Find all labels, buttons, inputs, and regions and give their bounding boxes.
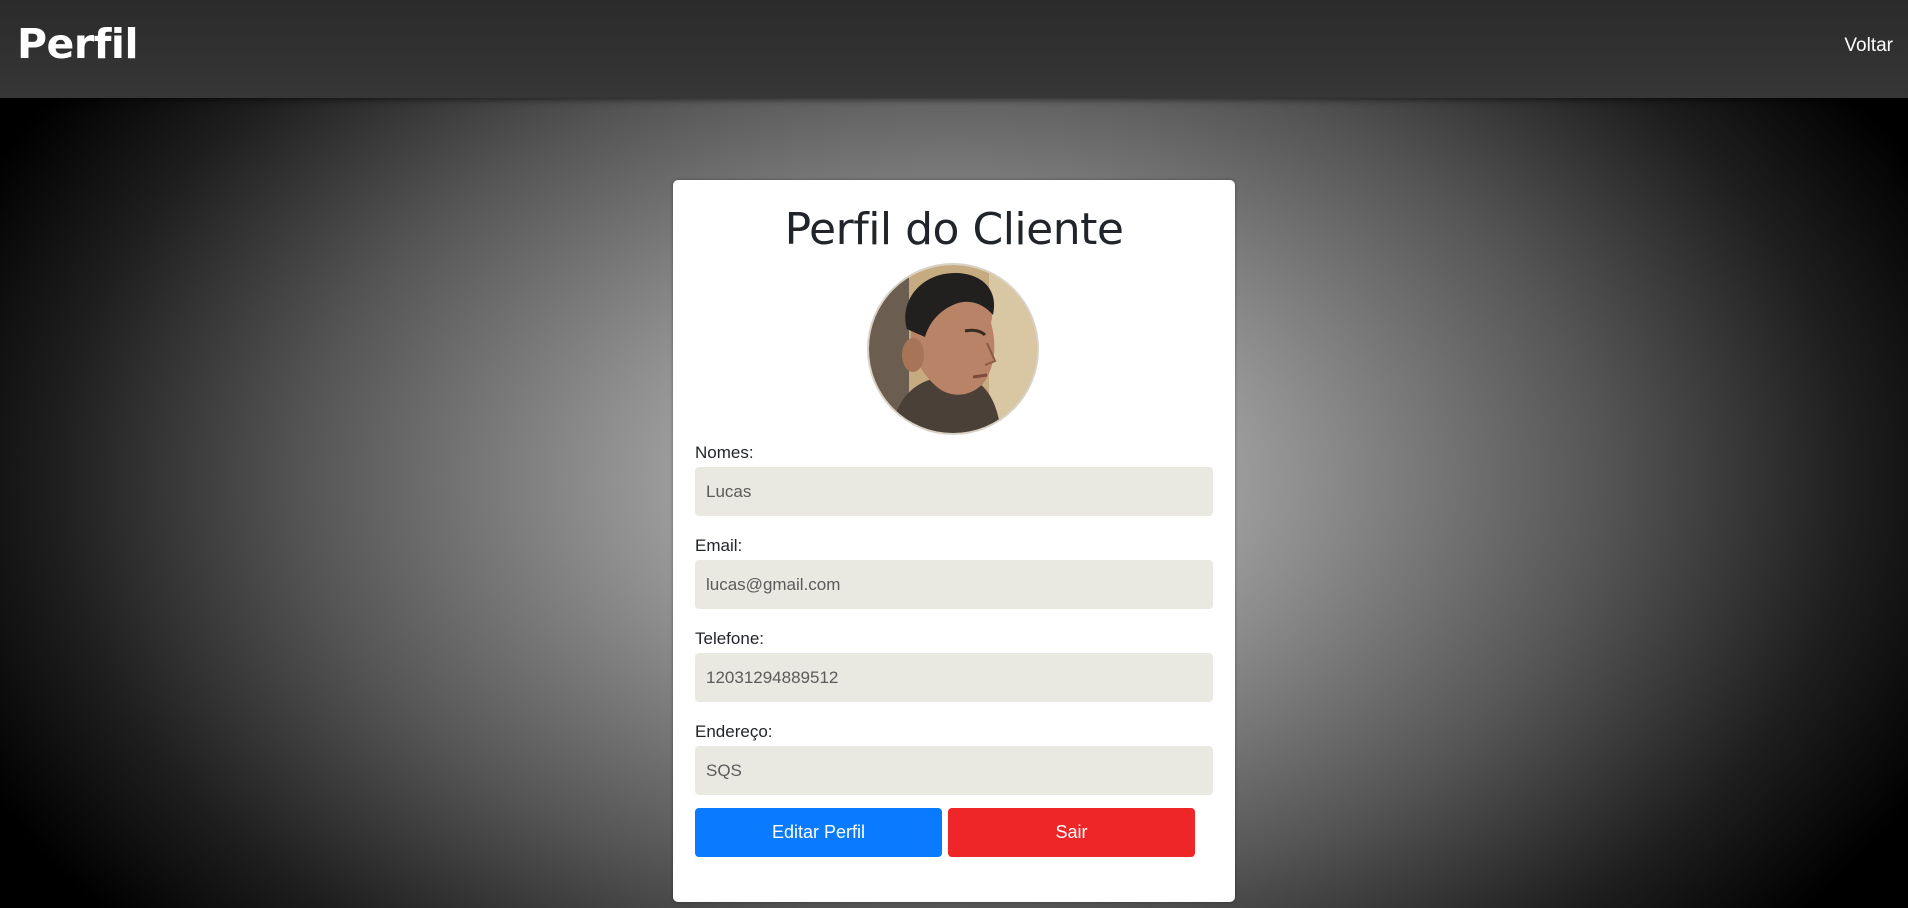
top-navbar: Perfil Voltar: [0, 0, 1908, 98]
email-field[interactable]: [695, 560, 1213, 609]
page-title: Perfil: [17, 20, 139, 68]
card-title: Perfil do Cliente: [784, 204, 1124, 255]
profile-photo-icon: [869, 265, 1037, 433]
avatar: [869, 265, 1037, 433]
phone-field[interactable]: [695, 653, 1213, 702]
email-label: Email:: [695, 536, 743, 555]
edit-profile-button[interactable]: Editar Perfil: [695, 808, 942, 857]
address-field[interactable]: [695, 746, 1213, 795]
name-label: Nomes:: [695, 443, 754, 462]
address-label: Endereço:: [695, 722, 773, 741]
exit-button[interactable]: Sair: [948, 808, 1195, 857]
name-field[interactable]: [695, 467, 1213, 516]
back-link[interactable]: Voltar: [1844, 33, 1893, 59]
profile-card: Perfil do Cliente Nomes: Email: Telefone…: [673, 180, 1235, 902]
phone-label: Telefone:: [695, 629, 764, 648]
